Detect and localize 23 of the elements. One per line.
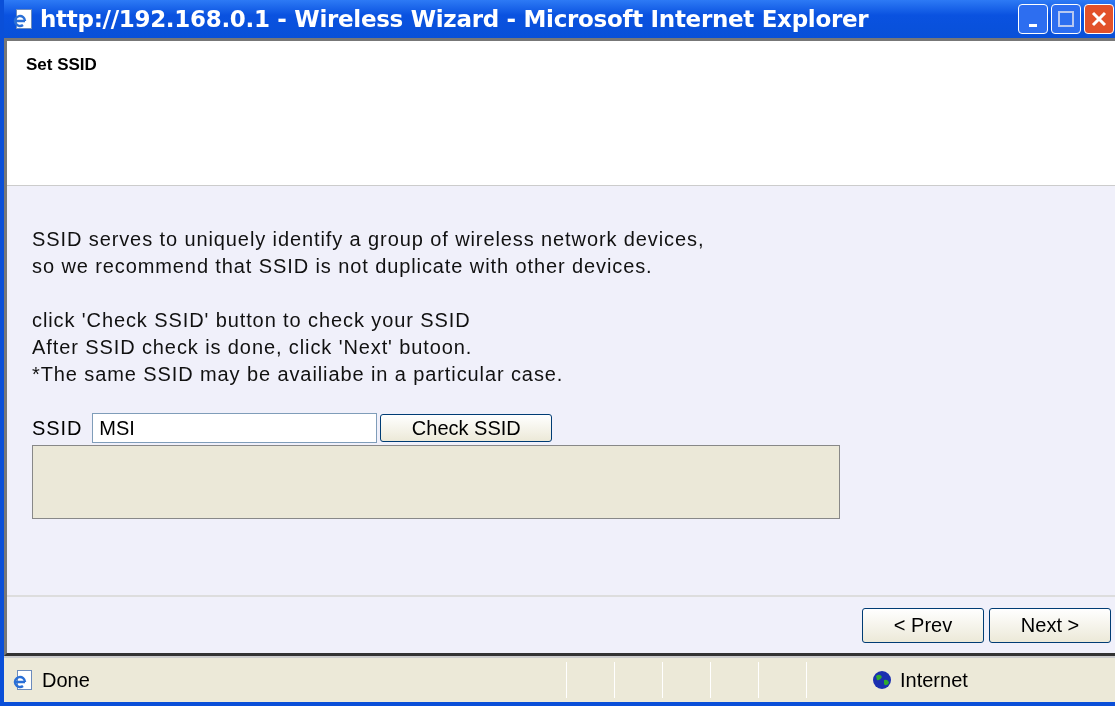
browser-page-icon [12, 8, 34, 30]
globe-icon [872, 670, 892, 690]
page-heading: Set SSID [26, 55, 97, 74]
window-title: http://192.168.0.1 - Wireless Wizard - Microsoft Internet Explorer [40, 6, 869, 32]
close-button[interactable] [1084, 4, 1114, 34]
instruction-text: *The same SSID may be availiabe in a particular case. [32, 362, 564, 387]
prev-button[interactable]: < Prev [862, 607, 984, 643]
maximize-button[interactable] [1051, 4, 1081, 34]
minimize-button[interactable] [1018, 4, 1048, 34]
instruction-text: so we recommend that SSID is not duplicate with other devices. [32, 254, 653, 279]
zone-text: Internet [900, 668, 969, 692]
ssid-label: SSID [32, 416, 83, 440]
next-button[interactable]: Next > [989, 607, 1111, 643]
instruction-text: click 'Check SSID' button to check your SSID [32, 308, 471, 333]
ssid-input[interactable]: MSI [92, 413, 378, 443]
close-icon [1091, 11, 1107, 27]
minimize-icon [1029, 23, 1037, 27]
browser-page-icon [12, 669, 34, 691]
check-ssid-button[interactable]: Check SSID [380, 414, 553, 442]
instruction-text: After SSID check is done, click 'Next' butoon. [32, 335, 473, 360]
status-text: Done [42, 668, 90, 692]
instruction-text: SSID serves to uniquely identify a group of wireless network devices, [32, 227, 705, 252]
maximize-icon [1058, 11, 1074, 27]
